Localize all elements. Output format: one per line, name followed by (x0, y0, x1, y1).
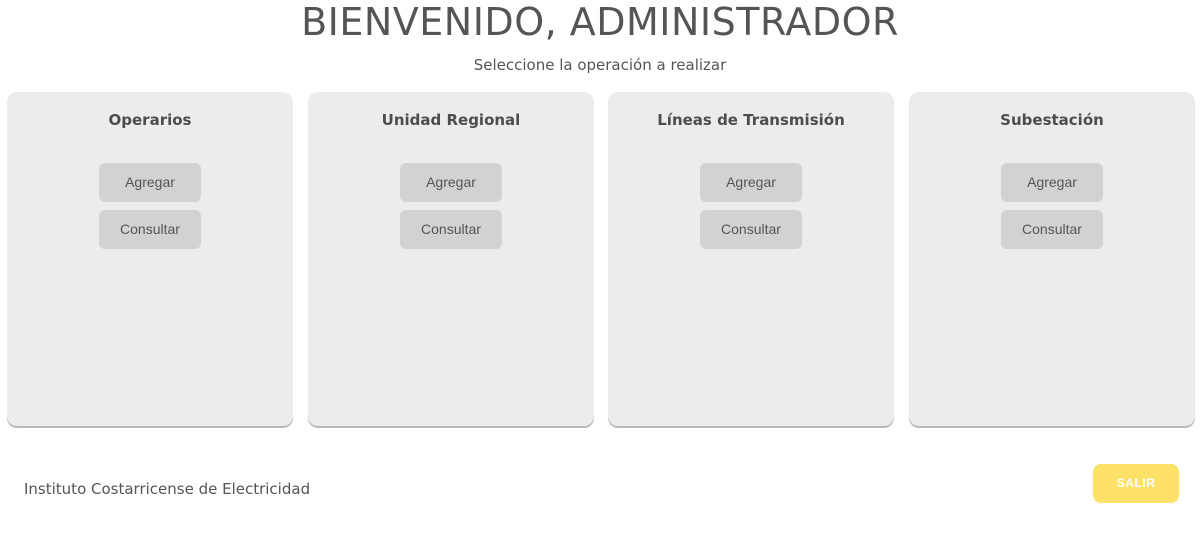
add-operarios-button[interactable]: Agregar (99, 163, 201, 202)
card-title: Líneas de Transmisión (657, 111, 845, 129)
card-title: Subestación (1000, 111, 1104, 129)
query-operarios-button[interactable]: Consultar (99, 210, 201, 249)
card-title: Operarios (108, 111, 192, 129)
exit-button[interactable]: SALIR (1093, 464, 1179, 503)
add-lineas-transmision-button[interactable]: Agregar (700, 163, 802, 202)
organization-name: Instituto Costarricense de Electricidad (24, 480, 311, 498)
card-title: Unidad Regional (381, 111, 521, 129)
card-operarios: Operarios Agregar Consultar (7, 92, 293, 426)
query-subestacion-button[interactable]: Consultar (1001, 210, 1103, 249)
page-subtitle: Seleccione la operación a realizar (473, 56, 727, 74)
query-unidad-regional-button[interactable]: Consultar (400, 210, 502, 249)
add-subestacion-button[interactable]: Agregar (1001, 163, 1103, 202)
card-unidad-regional: Unidad Regional Agregar Consultar (308, 92, 594, 426)
page-title: BIENVENIDO, ADMINISTRADOR (301, 0, 899, 44)
card-lineas-transmision: Líneas de Transmisión Agregar Consultar (608, 92, 894, 426)
query-lineas-transmision-button[interactable]: Consultar (700, 210, 802, 249)
operation-cards: Operarios Agregar Consultar Unidad Regio… (7, 92, 1195, 426)
add-unidad-regional-button[interactable]: Agregar (400, 163, 502, 202)
card-subestacion: Subestación Agregar Consultar (909, 92, 1195, 426)
admin-dashboard: BIENVENIDO, ADMINISTRADOR Seleccione la … (0, 0, 1200, 539)
